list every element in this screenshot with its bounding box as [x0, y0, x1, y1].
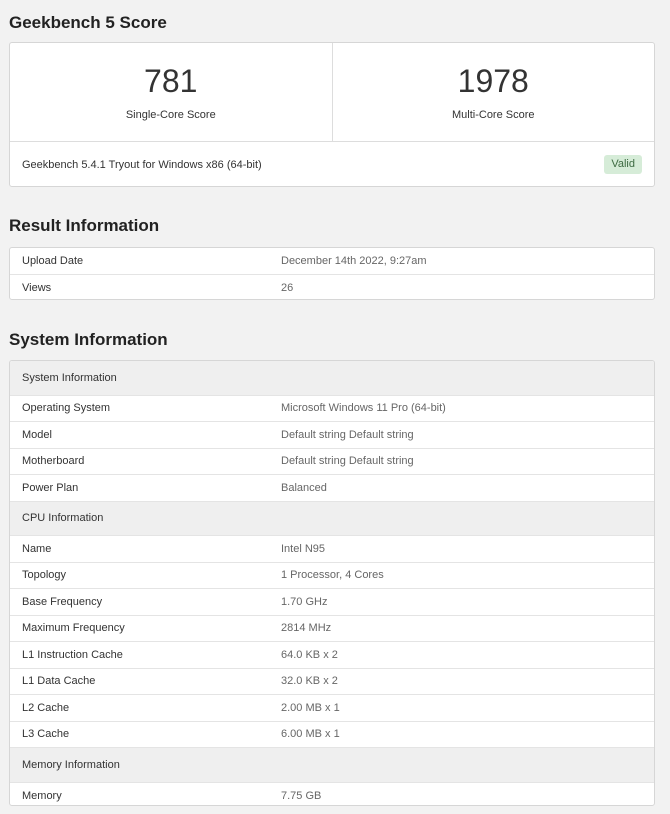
- views-value: 26: [281, 281, 294, 294]
- table-row: Memory 7.75 GB: [10, 783, 654, 806]
- os-value: Microsoft Windows 11 Pro (64-bit): [281, 402, 446, 415]
- cpu-info-group-header: CPU Information: [10, 501, 654, 536]
- benchmark-version: Geekbench 5.4.1 Tryout for Windows x86 (…: [22, 158, 262, 171]
- result-section-title: Result Information: [9, 216, 160, 235]
- cpu-name-value: Intel N95: [281, 542, 326, 555]
- single-core-score-label: Single-Core Score: [125, 109, 216, 121]
- table-row: L2 Cache 2.00 MB x 1: [10, 695, 654, 722]
- max-frequency-label: Maximum Frequency: [22, 622, 125, 635]
- multi-core-score-label: Multi-Core Score: [451, 109, 535, 121]
- score-section-title: Geekbench 5 Score: [9, 13, 167, 32]
- model-value: Default string Default string: [281, 428, 414, 441]
- cpu-name-label: Name: [22, 542, 52, 555]
- table-row: Name Intel N95: [10, 536, 654, 563]
- memory-label: Memory: [22, 789, 62, 802]
- motherboard-label: Motherboard: [22, 455, 85, 468]
- multi-core-score-value: 1978: [457, 63, 529, 99]
- upload-date-value: December 14th 2022, 9:27am: [281, 254, 427, 267]
- l3-cache-label: L3 Cache: [22, 728, 70, 741]
- table-row: Topology 1 Processor, 4 Cores: [10, 563, 654, 589]
- table-row: L1 Data Cache 32.0 KB x 2: [10, 669, 654, 695]
- views-label: Views: [22, 281, 52, 294]
- max-frequency-value: 2814 MHz: [281, 622, 332, 635]
- topology-label: Topology: [22, 569, 67, 582]
- system-section-title: System Information: [9, 330, 168, 349]
- table-row: Maximum Frequency 2814 MHz: [10, 616, 654, 642]
- motherboard-value: Default string Default string: [281, 455, 414, 468]
- upload-date-label: Upload Date: [22, 254, 84, 267]
- l1-data-cache-value: 32.0 KB x 2: [281, 675, 338, 688]
- table-row: Views 26: [10, 275, 654, 300]
- table-row: L1 Instruction Cache 64.0 KB x 2: [10, 642, 654, 669]
- single-core-score-value: 781: [144, 63, 198, 99]
- l2-cache-label: L2 Cache: [22, 701, 70, 714]
- topology-value: 1 Processor, 4 Cores: [281, 569, 384, 582]
- system-info-group-header: System Information: [10, 361, 654, 396]
- table-row: Power Plan Balanced: [10, 475, 654, 502]
- memory-info-group-header: Memory Information: [10, 748, 654, 783]
- single-core-score: 781 Single-Core Score: [10, 43, 332, 141]
- valid-badge: Valid: [604, 155, 642, 174]
- result-info-table: Upload Date December 14th 2022, 9:27am V…: [9, 247, 655, 300]
- score-row: 781 Single-Core Score 1978 Multi-Core Sc…: [10, 43, 654, 142]
- table-row: L3 Cache 6.00 MB x 1: [10, 722, 654, 748]
- table-row: Model Default string Default string: [10, 422, 654, 449]
- system-info-table: System Information Operating System Micr…: [9, 360, 655, 806]
- table-row: Upload Date December 14th 2022, 9:27am: [10, 248, 654, 275]
- l2-cache-value: 2.00 MB x 1: [281, 701, 340, 714]
- table-row: Operating System Microsoft Windows 11 Pr…: [10, 396, 654, 422]
- table-row: Motherboard Default string Default strin…: [10, 449, 654, 475]
- l1-data-cache-label: L1 Data Cache: [22, 675, 96, 688]
- score-card: 781 Single-Core Score 1978 Multi-Core Sc…: [9, 42, 655, 187]
- power-plan-label: Power Plan: [22, 481, 79, 494]
- l3-cache-value: 6.00 MB x 1: [281, 728, 340, 741]
- memory-value: 7.75 GB: [281, 789, 322, 802]
- base-frequency-label: Base Frequency: [22, 595, 103, 608]
- table-row: Base Frequency 1.70 GHz: [10, 589, 654, 616]
- power-plan-value: Balanced: [281, 481, 327, 494]
- base-frequency-value: 1.70 GHz: [281, 595, 328, 608]
- model-label: Model: [22, 428, 52, 441]
- l1-instruction-cache-value: 64.0 KB x 2: [281, 648, 338, 661]
- multi-core-score: 1978 Multi-Core Score: [331, 43, 655, 141]
- os-label: Operating System: [22, 402, 111, 415]
- version-row: Geekbench 5.4.1 Tryout for Windows x86 (…: [10, 142, 654, 186]
- l1-instruction-cache-label: L1 Instruction Cache: [22, 648, 123, 661]
